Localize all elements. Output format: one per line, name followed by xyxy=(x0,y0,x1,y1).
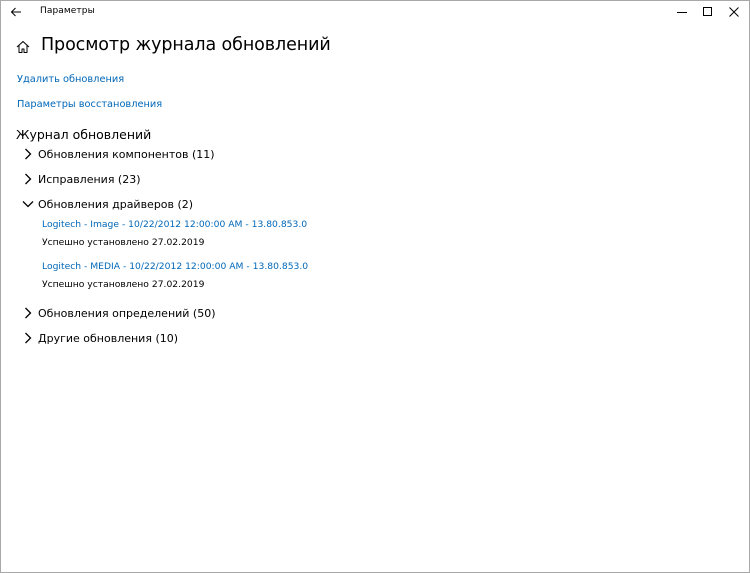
chevron-down-icon xyxy=(21,197,35,211)
category-label: Обновления компонентов (11) xyxy=(38,147,215,161)
category-label: Исправления (23) xyxy=(38,172,141,186)
update-status: Успешно установлено 27.02.2019 xyxy=(42,237,205,248)
chevron-right-icon xyxy=(21,147,35,161)
recovery-options-link[interactable]: Параметры восстановления xyxy=(17,99,162,110)
home-button[interactable] xyxy=(14,38,32,56)
update-status: Успешно установлено 27.02.2019 xyxy=(42,279,205,290)
back-arrow-icon xyxy=(10,7,21,17)
driver-update-link[interactable]: Logitech - MEDIA - 10/22/2012 12:00:00 A… xyxy=(42,261,308,272)
category-definition-updates[interactable]: Обновления определений (50) xyxy=(21,304,216,322)
page-title: Просмотр журнала обновлений xyxy=(41,35,331,55)
settings-window: Параметры Просмотр журнала обновлений Уд… xyxy=(0,0,750,573)
driver-update-link[interactable]: Logitech - Image - 10/22/2012 12:00:00 A… xyxy=(42,219,307,230)
category-other-updates[interactable]: Другие обновления (10) xyxy=(21,329,178,347)
category-label: Другие обновления (10) xyxy=(38,331,179,345)
uninstall-updates-link[interactable]: Удалить обновления xyxy=(17,74,124,85)
chevron-right-icon xyxy=(21,331,35,345)
home-icon xyxy=(16,41,30,53)
chevron-right-icon xyxy=(21,306,35,320)
category-quality-updates[interactable]: Исправления (23) xyxy=(21,170,141,188)
minimize-icon xyxy=(677,12,687,13)
title-bar: Параметры xyxy=(1,1,749,23)
close-icon xyxy=(729,7,739,17)
category-driver-updates[interactable]: Обновления драйверов (2) xyxy=(21,195,193,213)
back-button[interactable] xyxy=(5,2,27,22)
category-label: Обновления драйверов (2) xyxy=(38,197,194,211)
category-feature-updates[interactable]: Обновления компонентов (11) xyxy=(21,145,215,163)
category-label: Обновления определений (50) xyxy=(38,306,216,320)
app-title: Параметры xyxy=(40,6,95,16)
chevron-right-icon xyxy=(21,172,35,186)
update-history-heading: Журнал обновлений xyxy=(16,127,152,142)
close-button[interactable] xyxy=(717,1,750,23)
maximize-icon xyxy=(703,7,712,16)
